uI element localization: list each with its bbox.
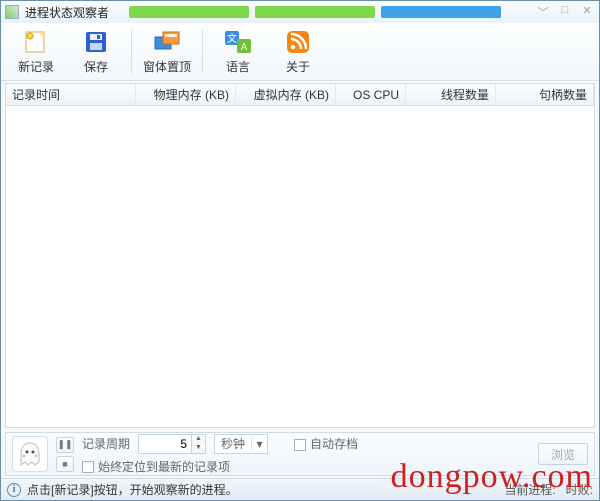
bottom-panel: ❚❚ ■ 记录周期 ▲▼ 秒钟 ▾ 自动存档 始终定位到最新的记录项 浏览 bbox=[5, 432, 595, 476]
toolbar: 新记录 保存 窗体置顶 文A 语言 关于 bbox=[1, 23, 599, 81]
svg-text:文: 文 bbox=[227, 32, 237, 45]
col-handles[interactable]: 句柄数量 bbox=[496, 84, 594, 105]
titlebar: 进程状态观察者 ﹀ □ ✕ bbox=[1, 1, 599, 23]
col-cpu[interactable]: OS CPU bbox=[336, 84, 406, 105]
col-threads[interactable]: 线程数量 bbox=[406, 84, 496, 105]
toolbar-separator bbox=[131, 30, 132, 74]
topmost-button[interactable]: 窗体置顶 bbox=[138, 26, 196, 78]
status-hint: 点击[新记录]按钮，开始观察新的进程。 bbox=[27, 481, 238, 498]
spin-down[interactable]: ▼ bbox=[192, 444, 205, 453]
auto-archive-label: 自动存档 bbox=[310, 437, 358, 451]
save-button[interactable]: 保存 bbox=[67, 26, 125, 78]
col-virt-mem[interactable]: 虚拟内存 (KB) bbox=[236, 84, 336, 105]
auto-archive-checkbox[interactable] bbox=[294, 439, 306, 451]
pause-icon: ❚❚ bbox=[57, 439, 72, 450]
app-window: 进程状态观察者 ﹀ □ ✕ 新记录 保存 bbox=[0, 0, 600, 501]
table-body[interactable] bbox=[6, 106, 594, 427]
titlebar-decor bbox=[129, 6, 535, 18]
svg-text:A: A bbox=[241, 42, 248, 53]
browse-button[interactable]: 浏览 bbox=[538, 443, 588, 465]
info-icon: i bbox=[7, 483, 21, 497]
chevron-down-icon: ▾ bbox=[251, 437, 267, 451]
table-header: 记录时间 物理内存 (KB) 虚拟内存 (KB) OS CPU 线程数量 句柄数… bbox=[6, 84, 594, 106]
rss-icon bbox=[284, 28, 312, 56]
period-label: 记录周期 bbox=[82, 435, 130, 452]
pause-button[interactable]: ❚❚ bbox=[56, 437, 74, 453]
col-phys-mem[interactable]: 物理内存 (KB) bbox=[136, 84, 236, 105]
topmost-icon bbox=[153, 28, 181, 56]
record-table: 记录时间 物理内存 (KB) 虚拟内存 (KB) OS CPU 线程数量 句柄数… bbox=[5, 83, 595, 428]
save-icon bbox=[82, 28, 110, 56]
close-button[interactable]: ✕ bbox=[579, 4, 595, 20]
col-time[interactable]: 记录时间 bbox=[6, 84, 136, 105]
stop-icon: ■ bbox=[62, 459, 67, 469]
status-failures: 时败: bbox=[566, 481, 593, 498]
period-input[interactable] bbox=[138, 434, 192, 454]
pin-latest-checkbox[interactable] bbox=[82, 461, 94, 473]
minimize-button[interactable]: ﹀ bbox=[535, 4, 551, 20]
toolbar-separator bbox=[202, 30, 203, 74]
new-record-icon bbox=[22, 28, 50, 56]
maximize-button[interactable]: □ bbox=[557, 4, 573, 20]
pin-latest-label: 始终定位到最新的记录项 bbox=[98, 460, 230, 474]
statusbar: i 点击[新记录]按钮，开始观察新的进程。 当前进程: 时败: bbox=[1, 478, 599, 500]
mascot-icon bbox=[12, 436, 48, 472]
period-unit-combo[interactable]: 秒钟 ▾ bbox=[214, 434, 268, 454]
spin-up[interactable]: ▲ bbox=[192, 435, 205, 444]
new-record-button[interactable]: 新记录 bbox=[7, 26, 65, 78]
period-spinner[interactable]: ▲▼ bbox=[138, 434, 206, 454]
status-current-process: 当前进程: bbox=[504, 481, 555, 498]
app-icon bbox=[5, 5, 19, 19]
window-title: 进程状态观察者 bbox=[25, 4, 109, 21]
language-icon: 文A bbox=[224, 28, 252, 56]
language-button[interactable]: 文A 语言 bbox=[209, 26, 267, 78]
stop-button[interactable]: ■ bbox=[56, 456, 74, 472]
about-button[interactable]: 关于 bbox=[269, 26, 327, 78]
